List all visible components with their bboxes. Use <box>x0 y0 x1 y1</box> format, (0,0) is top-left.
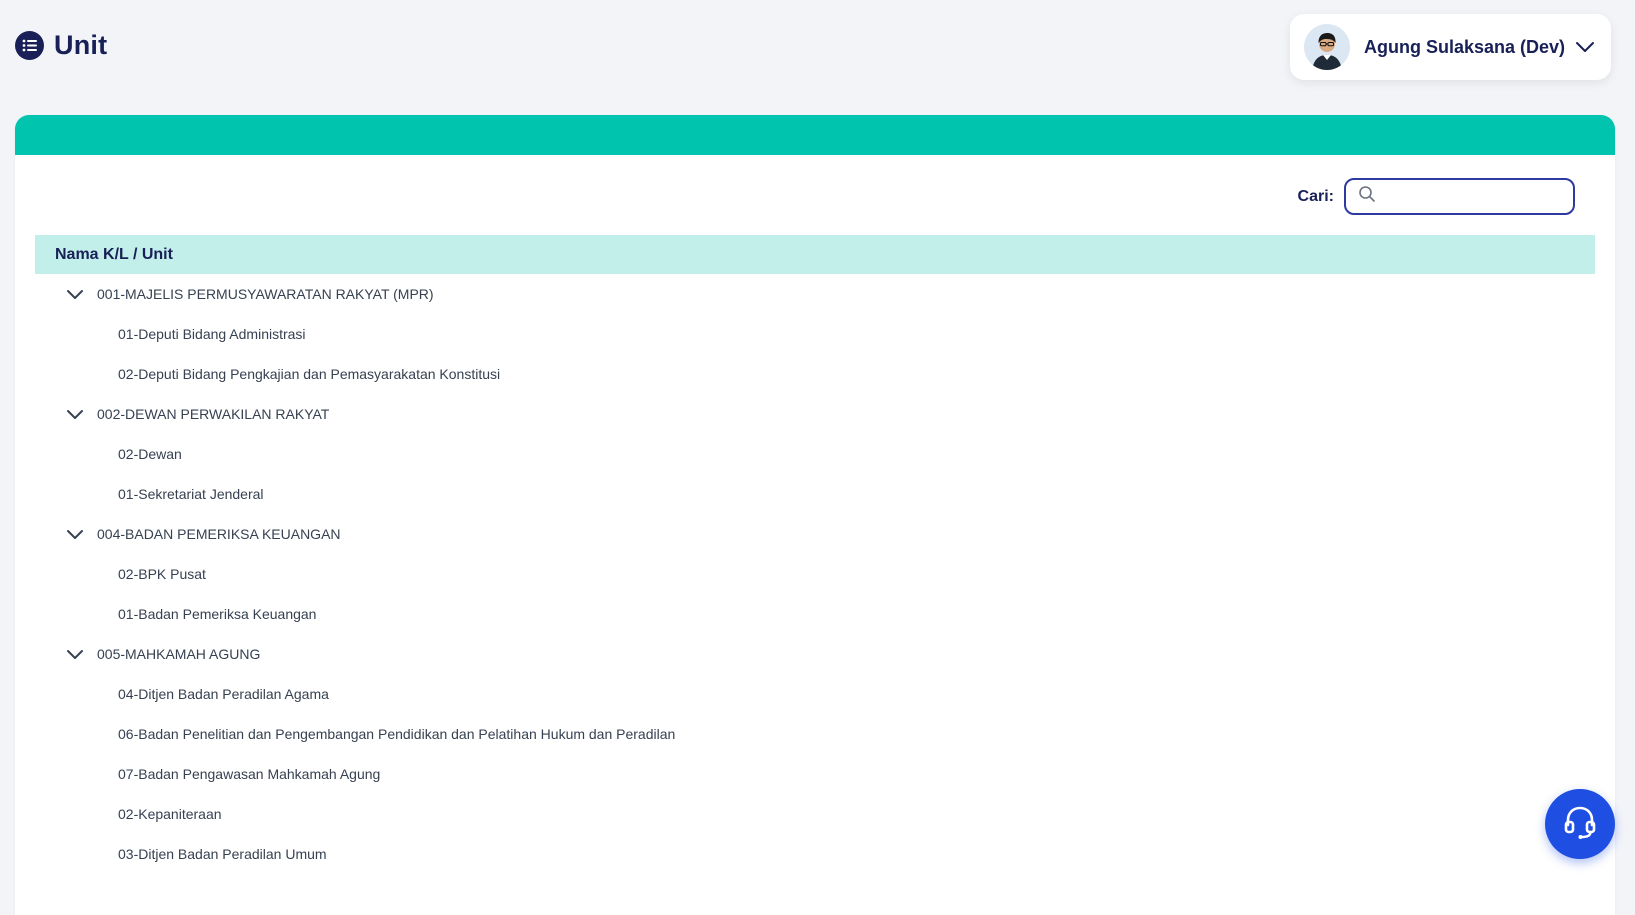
page-title: Unit <box>54 30 108 60</box>
page-header: Unit <box>15 30 107 61</box>
tree-row-label: 07-Badan Pengawasan Mahkamah Agung <box>118 766 381 782</box>
headset-icon <box>1561 803 1599 846</box>
card-header-bar <box>15 115 1615 155</box>
chevron-down-icon[interactable] <box>65 404 85 424</box>
search-icon <box>1358 185 1376 208</box>
tree-row-label: 004-BADAN PEMERIKSA KEUANGAN <box>97 526 341 542</box>
tree-row-label: 02-Dewan <box>118 446 182 462</box>
tree-parent-row[interactable]: 001-MAJELIS PERMUSYAWARATAN RAKYAT (MPR) <box>35 274 1595 314</box>
tree-child-row[interactable]: 02-BPK Pusat <box>35 554 1595 594</box>
search-label: Cari: <box>1297 187 1334 205</box>
tree-parent-row[interactable]: 005-MAHKAMAH AGUNG <box>35 634 1595 674</box>
tree-child-row[interactable]: 01-Badan Pemeriksa Keuangan <box>35 594 1595 634</box>
column-header-nama-kl-unit[interactable]: Nama K/L / Unit <box>35 235 1595 274</box>
tree-child-row[interactable]: 03-Ditjen Badan Peradilan Umum <box>35 834 1595 874</box>
chevron-down-icon[interactable] <box>1573 35 1597 59</box>
chevron-down-icon[interactable] <box>65 284 85 304</box>
tree-parent-row[interactable]: 002-DEWAN PERWAKILAN RAKYAT <box>35 394 1595 434</box>
search-box[interactable] <box>1344 178 1575 215</box>
help-button[interactable] <box>1545 789 1615 859</box>
tree-row-label: 01-Deputi Bidang Administrasi <box>118 326 306 342</box>
tree-row-label: 01-Sekretariat Jenderal <box>118 486 264 502</box>
tree-child-row[interactable]: 07-Badan Pengawasan Mahkamah Agung <box>35 754 1595 794</box>
tree-row-label: 002-DEWAN PERWAKILAN RAKYAT <box>97 406 330 422</box>
tree-child-row[interactable]: 01-Sekretariat Jenderal <box>35 474 1595 514</box>
unit-card: Cari: Nama K/L / Unit 001-MAJELIS PERMUS… <box>15 115 1615 915</box>
user-menu[interactable]: Agung Sulaksana (Dev) <box>1290 14 1611 80</box>
tree-row-label: 01-Badan Pemeriksa Keuangan <box>118 606 317 622</box>
list-icon <box>15 31 44 60</box>
tree-row-label: 04-Ditjen Badan Peradilan Agama <box>118 686 329 702</box>
tree-child-row[interactable]: 02-Kepaniteraan <box>35 794 1595 834</box>
tree-row-label: 02-Kepaniteraan <box>118 806 222 822</box>
search-input[interactable] <box>1384 180 1568 213</box>
tree-row-label: 001-MAJELIS PERMUSYAWARATAN RAKYAT (MPR) <box>97 286 434 302</box>
tree-child-row[interactable]: 02-Dewan <box>35 434 1595 474</box>
chevron-down-icon[interactable] <box>65 524 85 544</box>
search-row: Cari: <box>1298 178 1575 215</box>
chevron-down-icon[interactable] <box>65 644 85 664</box>
tree-row-label: 03-Ditjen Badan Peradilan Umum <box>118 846 327 862</box>
tree-child-row[interactable]: 06-Badan Penelitian dan Pengembangan Pen… <box>35 714 1595 754</box>
tree-child-row[interactable]: 04-Ditjen Badan Peradilan Agama <box>35 674 1595 714</box>
user-name: Agung Sulaksana (Dev) <box>1364 36 1566 57</box>
unit-tree: 001-MAJELIS PERMUSYAWARATAN RAKYAT (MPR)… <box>35 274 1595 874</box>
tree-child-row[interactable]: 01-Deputi Bidang Administrasi <box>35 314 1595 354</box>
tree-row-label: 02-BPK Pusat <box>118 566 206 582</box>
user-avatar <box>1304 24 1350 70</box>
tree-row-label: 06-Badan Penelitian dan Pengembangan Pen… <box>118 726 676 742</box>
tree-row-label: 005-MAHKAMAH AGUNG <box>97 646 261 662</box>
tree-parent-row[interactable]: 004-BADAN PEMERIKSA KEUANGAN <box>35 514 1595 554</box>
tree-child-row[interactable]: 02-Deputi Bidang Pengkajian dan Pemasyar… <box>35 354 1595 394</box>
tree-row-label: 02-Deputi Bidang Pengkajian dan Pemasyar… <box>118 366 501 382</box>
